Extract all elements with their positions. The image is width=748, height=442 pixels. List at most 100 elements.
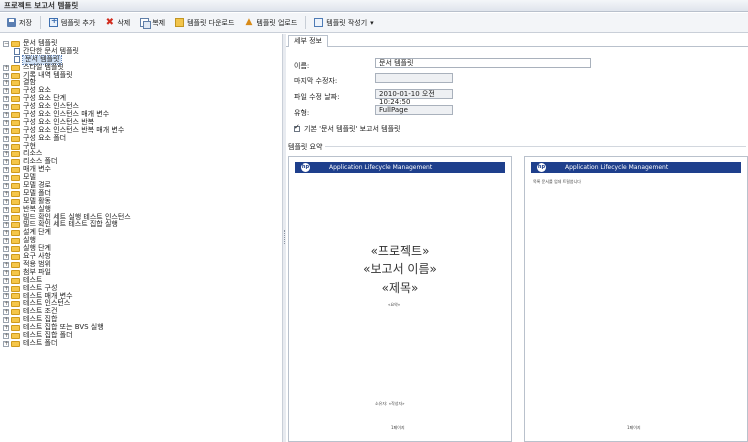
expand-icon[interactable]: +	[3, 182, 9, 189]
template-tree-pane: − 문서 템플릿 간단한 문서 템플릿 문서 템플릿 + 스타일 템플릿 + 기록 내역 템플…	[0, 34, 283, 442]
expand-icon[interactable]: +	[3, 293, 9, 300]
document-icon	[14, 56, 20, 64]
expand-icon[interactable]: +	[3, 238, 9, 245]
folder-icon	[11, 317, 20, 324]
preview-header-bar: hp Application Lifecycle Management	[531, 162, 741, 173]
expand-icon[interactable]: +	[3, 222, 9, 229]
folder-icon	[11, 159, 20, 166]
folder-icon	[11, 111, 20, 118]
add-template-button[interactable]: 템플릿 추가	[45, 15, 99, 31]
delete-button[interactable]: ✖ 삭제	[101, 15, 134, 31]
expand-icon[interactable]: +	[3, 340, 9, 347]
add-template-label: 템플릿 추가	[60, 18, 96, 27]
tab-details[interactable]: 세부 정보	[288, 35, 328, 47]
chevron-down-icon: ▾	[370, 18, 374, 27]
folder-icon	[11, 167, 20, 174]
folder-icon	[11, 104, 20, 111]
expand-icon[interactable]: +	[3, 104, 9, 111]
expand-icon[interactable]: +	[3, 285, 9, 292]
default-template-checkbox-label: 기본 '문서 템플릿' 보고서 템플릿	[304, 125, 401, 133]
template-creator-icon	[314, 18, 324, 27]
expand-icon[interactable]: +	[3, 143, 9, 150]
preview-author: 소유자: «작성자»	[375, 401, 405, 406]
expand-icon[interactable]: +	[3, 277, 9, 284]
expand-icon[interactable]: +	[3, 151, 9, 158]
save-icon	[7, 18, 16, 27]
expand-icon[interactable]: +	[3, 206, 9, 213]
toolbar-separator	[39, 16, 41, 29]
save-label: 저장	[19, 18, 32, 27]
tree-item-label: 테스트 폴더	[23, 338, 58, 347]
folder-icon	[11, 198, 20, 205]
default-template-checkbox-row[interactable]: 기본 '문서 템플릿' 보고서 템플릿	[294, 123, 401, 134]
collapse-icon[interactable]: −	[3, 40, 9, 47]
expand-icon[interactable]: +	[3, 167, 9, 174]
folder-icon	[11, 269, 20, 276]
expand-icon[interactable]: +	[3, 111, 9, 118]
document-icon	[14, 48, 20, 56]
expand-icon[interactable]: +	[3, 159, 9, 166]
folder-icon	[11, 182, 20, 189]
tree-item[interactable]: 간단한 문서 템플릿	[3, 47, 131, 56]
add-template-icon	[48, 16, 58, 27]
toolbar-separator	[305, 16, 307, 29]
folder-icon	[11, 238, 20, 245]
save-button[interactable]: 저장	[3, 15, 36, 31]
template-creator-button[interactable]: 템플릿 작성기 ▾	[310, 15, 377, 31]
name-field[interactable]: 문서 템플릿	[375, 58, 591, 68]
delete-label: 삭제	[117, 18, 131, 27]
expand-icon[interactable]: +	[3, 64, 9, 71]
expand-icon[interactable]: +	[3, 72, 9, 79]
name-label: 이름:	[294, 62, 310, 70]
expand-icon[interactable]: +	[3, 325, 9, 331]
folder-icon	[11, 230, 20, 237]
expand-icon[interactable]: +	[3, 317, 9, 324]
hp-logo-icon: hp	[537, 163, 546, 172]
expand-icon[interactable]: +	[3, 332, 9, 339]
folder-icon	[11, 340, 20, 347]
expand-icon[interactable]: +	[3, 127, 9, 134]
expand-icon[interactable]: +	[3, 261, 9, 268]
copy-button[interactable]: 복제	[136, 15, 169, 31]
tree-item[interactable]: + 테스트 폴더	[3, 338, 131, 348]
folder-icon	[11, 135, 20, 142]
folder-icon	[11, 64, 20, 71]
folder-icon	[11, 143, 20, 150]
expand-icon[interactable]: +	[3, 269, 9, 276]
expand-icon[interactable]: +	[3, 190, 9, 197]
folder-icon	[11, 253, 20, 260]
toolbar: 저장 템플릿 추가 ✖ 삭제 복제 템플릿 다운로드 ▲ 템플릿 업로드 템플릿…	[0, 13, 748, 33]
expand-icon[interactable]: +	[3, 230, 9, 237]
download-template-button[interactable]: 템플릿 다운로드	[171, 15, 238, 31]
preview-page-2: hp Application Lifecycle Management 목록 문…	[524, 156, 748, 442]
expand-icon[interactable]: +	[3, 119, 9, 126]
modified-date-label: 파일 수정 날짜:	[294, 93, 340, 101]
expand-icon[interactable]: +	[3, 309, 9, 316]
preview-page-number: 1페이지	[627, 425, 641, 430]
expand-icon[interactable]: +	[3, 88, 9, 95]
preview-header-text: Application Lifecycle Management	[329, 164, 433, 171]
upload-template-button[interactable]: ▲ 템플릿 업로드	[240, 15, 301, 31]
download-icon	[175, 18, 185, 27]
preview-subject-title: «제목»	[381, 281, 419, 295]
expand-icon[interactable]: +	[3, 253, 9, 260]
hp-logo-icon: hp	[301, 163, 310, 172]
default-template-checkbox[interactable]	[294, 123, 300, 132]
expand-icon[interactable]: +	[3, 214, 9, 221]
upload-icon: ▲	[245, 17, 253, 27]
expand-icon[interactable]: +	[3, 96, 9, 103]
folder-icon	[11, 127, 20, 134]
expand-icon[interactable]: +	[3, 301, 9, 308]
folder-icon	[11, 175, 20, 182]
expand-icon[interactable]: +	[3, 80, 9, 87]
folder-icon	[11, 332, 20, 339]
folder-icon	[11, 119, 20, 126]
expand-icon[interactable]: +	[3, 198, 9, 205]
expand-icon[interactable]: +	[3, 175, 9, 182]
folder-icon	[11, 261, 20, 268]
template-summary-group: 템플릿 요약 hp Application Lifecycle Manageme…	[288, 142, 748, 442]
expand-icon[interactable]: +	[3, 135, 9, 142]
folder-icon	[11, 151, 20, 158]
expand-icon[interactable]: +	[3, 246, 9, 253]
preview-project-title: «프로젝트»	[370, 244, 430, 258]
